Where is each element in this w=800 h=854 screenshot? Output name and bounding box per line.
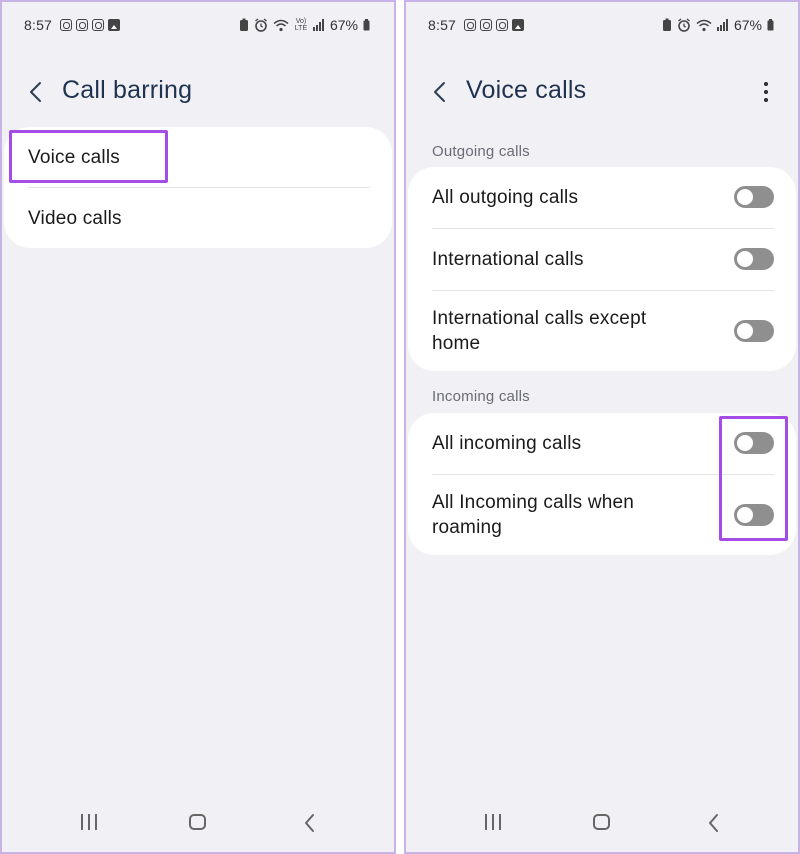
recent-apps-button[interactable] <box>482 812 506 834</box>
page-title: Call barring <box>62 76 193 104</box>
battery-percent: 67% <box>733 17 762 33</box>
setting-row-international-except-home[interactable]: International calls except home <box>408 291 796 371</box>
toggle-knob <box>737 189 753 205</box>
home-button[interactable] <box>590 812 614 834</box>
system-status-icons: Vo) LTE 67% <box>239 17 370 33</box>
back-button[interactable] <box>428 79 452 105</box>
volte-label: Vo) LTE <box>294 18 308 32</box>
gallery-icon <box>108 19 120 31</box>
list-item-voice-calls[interactable]: Voice calls <box>4 127 392 187</box>
voice-calls-screen: 8:57 67% Voice calls Outgoing calls All … <box>404 0 800 854</box>
chevron-left-icon <box>434 82 445 102</box>
status-bar: 8:57 Vo) LTE 67% <box>2 16 394 36</box>
call-barring-screen: 8:57 Vo) LTE 67% Call barring Voice call… <box>0 0 396 854</box>
header: Voice calls <box>406 72 798 112</box>
instagram-icon <box>60 19 72 31</box>
status-bar: 8:57 67% <box>406 16 798 36</box>
setting-row-all-outgoing[interactable]: All outgoing calls <box>408 167 796 228</box>
more-options-button[interactable] <box>760 80 772 104</box>
instagram-icon <box>480 19 492 31</box>
wifi-icon <box>696 19 712 31</box>
back-button[interactable] <box>24 79 48 105</box>
status-time: 8:57 <box>24 17 53 33</box>
battery-saver-icon <box>239 18 248 31</box>
chevron-left-icon <box>305 814 314 832</box>
notification-icons <box>60 19 120 31</box>
instagram-icon <box>464 19 476 31</box>
wifi-icon <box>273 19 289 31</box>
recent-apps-button[interactable] <box>78 812 102 834</box>
setting-label: All incoming calls <box>432 433 582 454</box>
call-type-list: Voice calls Video calls <box>4 127 392 248</box>
nav-back-button[interactable] <box>298 812 322 834</box>
setting-row-incoming-roaming[interactable]: All Incoming calls when roaming <box>408 475 796 555</box>
instagram-icon <box>76 19 88 31</box>
toggle-switch[interactable] <box>734 248 774 270</box>
battery-icon <box>363 19 370 31</box>
signal-icon <box>716 19 728 31</box>
list-item-label: Voice calls <box>28 146 120 168</box>
battery-percent: 67% <box>329 17 358 33</box>
chevron-left-icon <box>30 82 41 102</box>
toggle-switch[interactable] <box>734 504 774 526</box>
incoming-calls-list: All incoming calls All Incoming calls wh… <box>408 413 796 555</box>
toggle-switch[interactable] <box>734 320 774 342</box>
chevron-left-icon <box>709 814 718 832</box>
nav-back-button[interactable] <box>702 812 726 834</box>
system-status-icons: 67% <box>662 17 774 33</box>
instagram-icon <box>496 19 508 31</box>
toggle-knob <box>737 507 753 523</box>
header: Call barring <box>2 72 394 112</box>
setting-label: All outgoing calls <box>432 187 579 208</box>
signal-icon <box>312 19 324 31</box>
setting-label: International calls <box>432 249 584 270</box>
notification-icons <box>464 19 524 31</box>
toggle-knob <box>737 435 753 451</box>
page-title: Voice calls <box>466 76 587 104</box>
alarm-icon <box>678 18 690 32</box>
list-item-label: Video calls <box>28 207 122 229</box>
outgoing-calls-list: All outgoing calls International calls I… <box>408 167 796 371</box>
setting-label: All Incoming calls when roaming <box>432 492 635 538</box>
navigation-bar <box>2 808 394 838</box>
toggle-knob <box>737 251 753 267</box>
battery-saver-icon <box>662 18 671 31</box>
section-header-incoming: Incoming calls <box>432 388 530 405</box>
setting-row-all-incoming[interactable]: All incoming calls <box>408 413 796 474</box>
status-time: 8:57 <box>428 17 457 33</box>
instagram-icon <box>92 19 104 31</box>
toggle-knob <box>737 323 753 339</box>
toggle-switch[interactable] <box>734 186 774 208</box>
battery-icon <box>767 19 774 31</box>
setting-row-international[interactable]: International calls <box>408 229 796 290</box>
toggle-switch[interactable] <box>734 432 774 454</box>
alarm-icon <box>255 18 267 32</box>
section-header-outgoing: Outgoing calls <box>432 143 530 160</box>
navigation-bar <box>406 808 798 838</box>
home-button[interactable] <box>186 812 210 834</box>
gallery-icon <box>512 19 524 31</box>
setting-label: International calls except home <box>432 308 647 354</box>
list-item-video-calls[interactable]: Video calls <box>4 188 392 248</box>
